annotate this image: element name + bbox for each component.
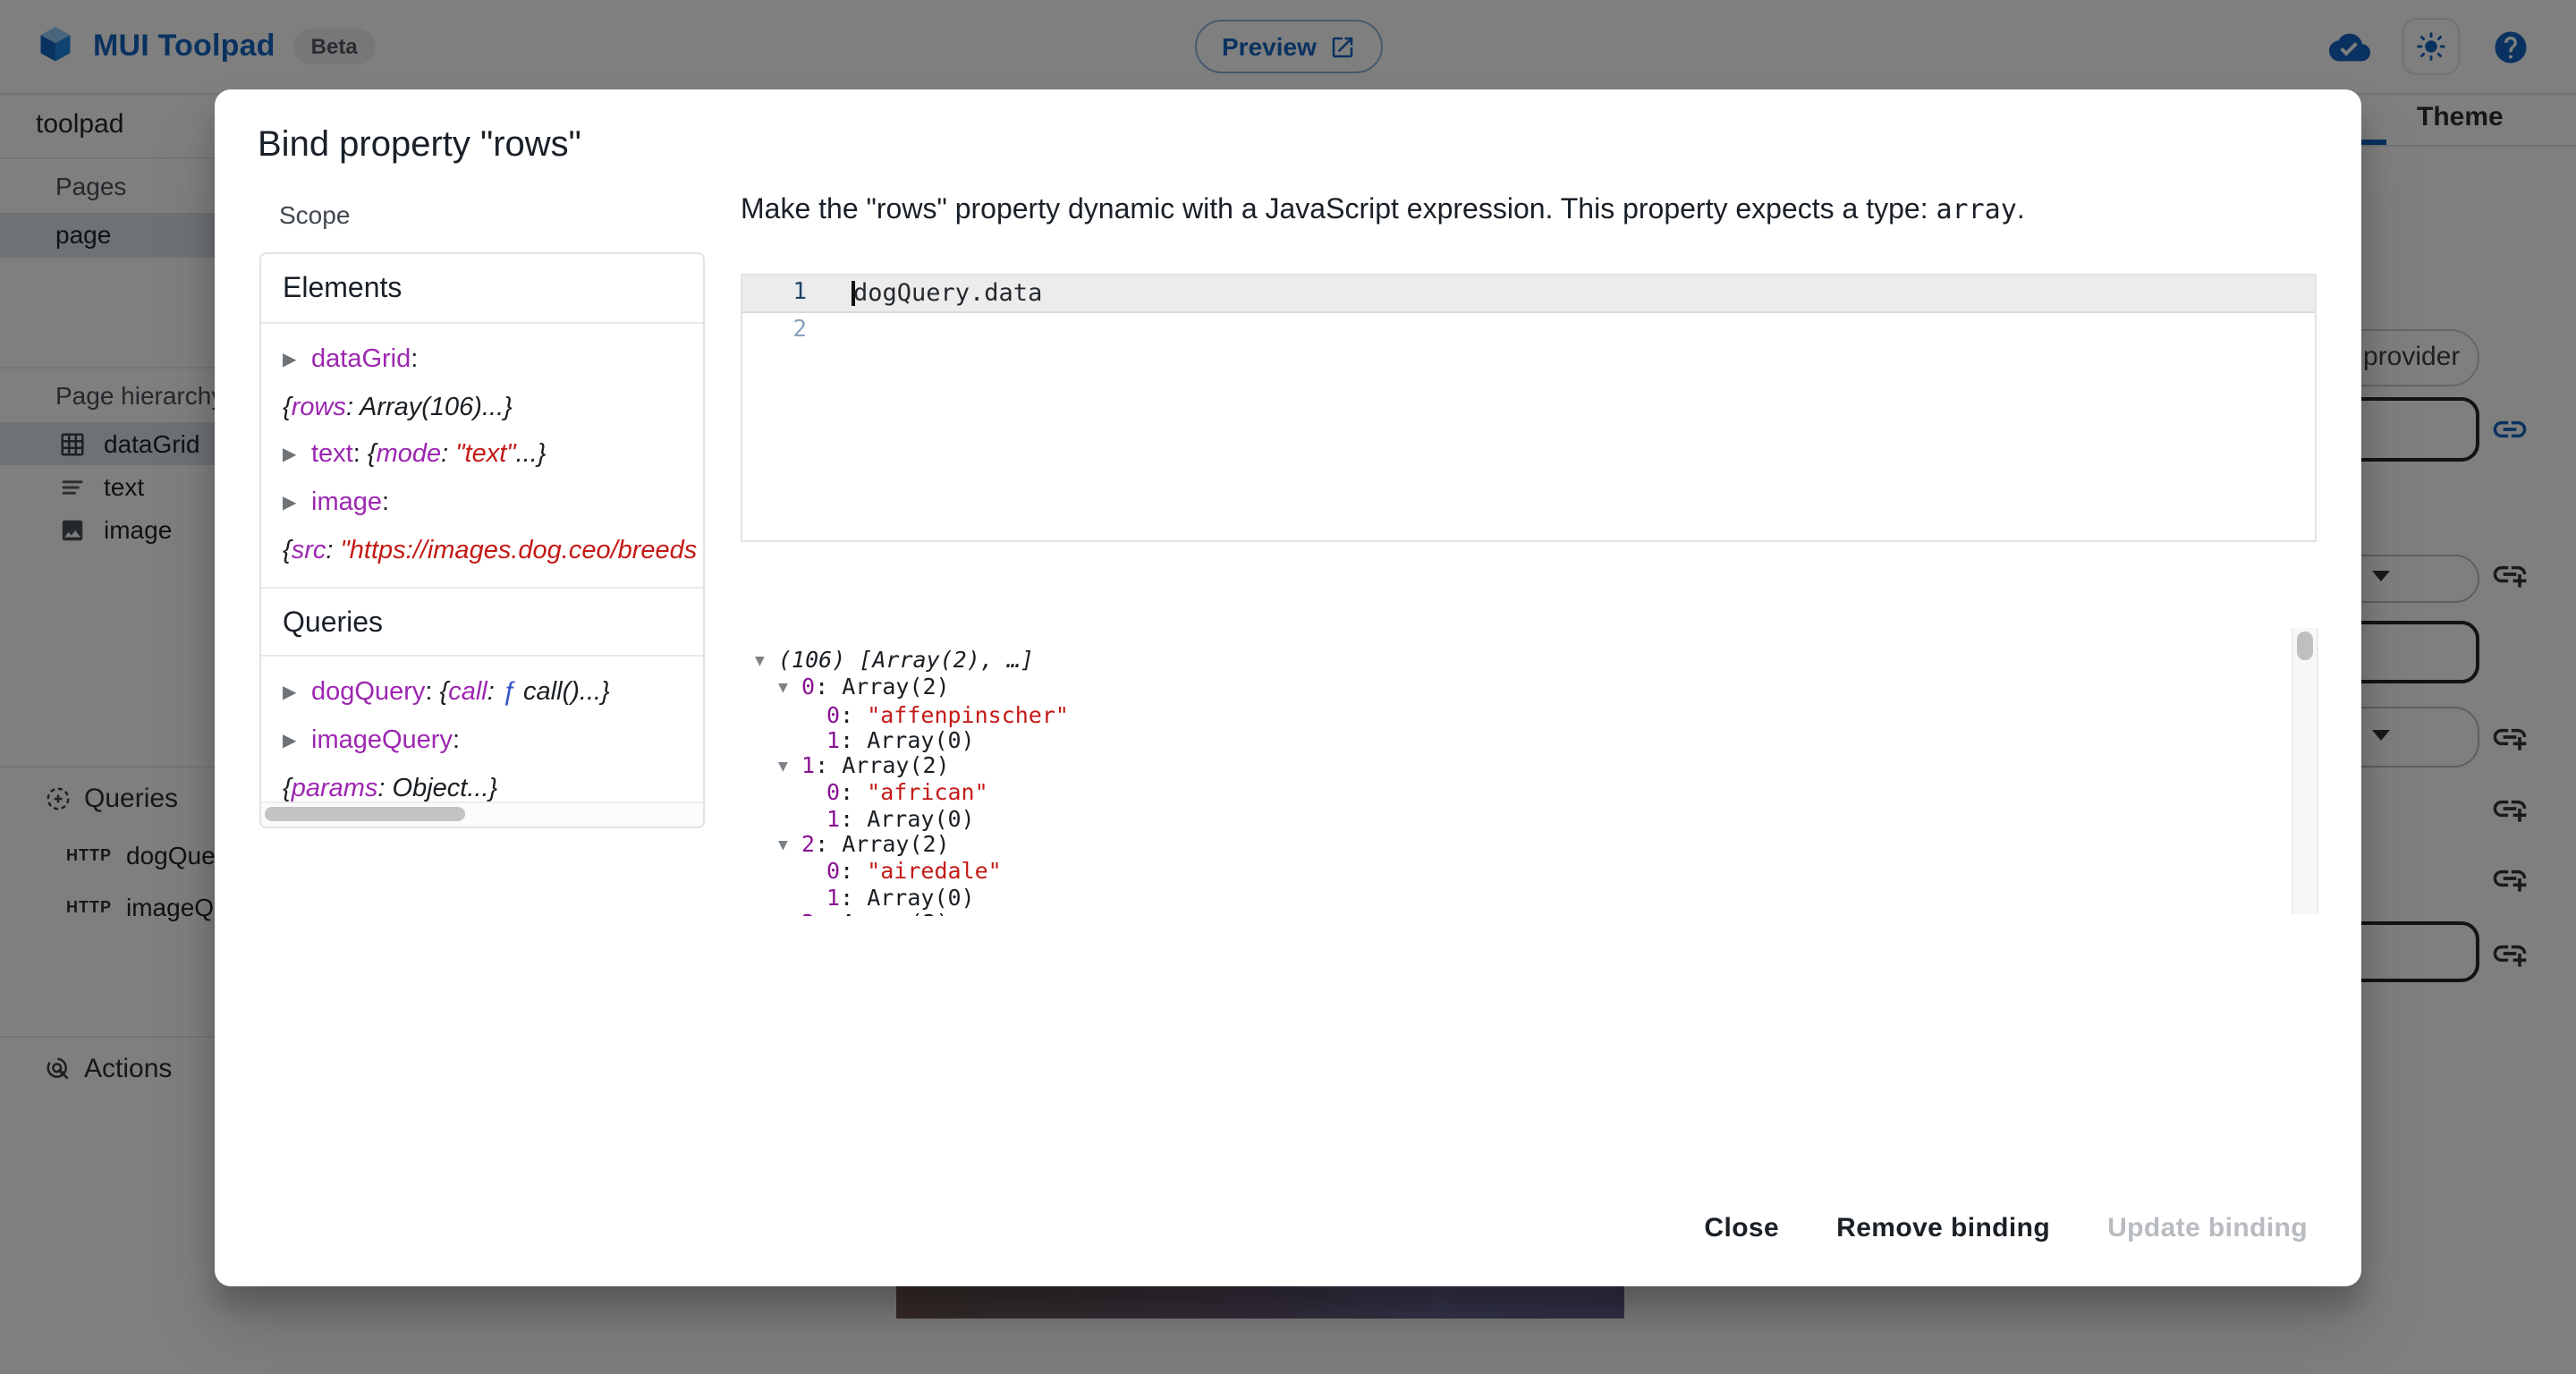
bind-property-dialog: Bind property "rows" Scope Elements ▶dat… <box>215 89 2361 1286</box>
close-button[interactable]: Close <box>1682 1199 1801 1258</box>
expand-icon[interactable]: ▶ <box>283 338 311 385</box>
elements-header: Elements <box>261 254 703 324</box>
scope-query-imagequery[interactable]: ▶imageQuery: <box>283 717 703 766</box>
result-json-tree: ▼(106) [Array(2), …] ▼0: Array(2) 0: "af… <box>755 648 2275 916</box>
tree-row[interactable]: 0: "african" <box>755 781 2275 807</box>
collapse-icon[interactable]: ▼ <box>778 834 801 860</box>
tree-row[interactable]: ▼1: Array(2) <box>755 753 2275 781</box>
remove-binding-button[interactable]: Remove binding <box>1815 1199 2072 1258</box>
scope-element-datagrid[interactable]: ▶dataGrid: <box>283 336 703 385</box>
tree-row[interactable]: ▼3: Array(2) <box>755 911 2275 916</box>
queries-list: ▶dogQuery: {call: ƒ call()...} ▶imageQue… <box>261 657 703 825</box>
expand-icon[interactable]: ▶ <box>283 481 311 528</box>
scope-label: Scope <box>279 200 350 229</box>
editor-line-2[interactable]: 2 <box>742 313 2315 349</box>
scope-element-datagrid-value: {rows: Array(106)...} <box>283 385 703 431</box>
scope-element-text[interactable]: ▶text: {mode: "text"...} <box>283 431 703 479</box>
collapse-icon[interactable]: ▼ <box>778 755 801 781</box>
tree-row[interactable]: 1: Array(0) <box>755 728 2275 754</box>
expand-icon[interactable]: ▶ <box>283 433 311 479</box>
expression-editor[interactable]: 1 dogQuery.data 2 <box>741 274 2317 542</box>
expand-icon[interactable]: ▶ <box>283 671 311 717</box>
tree-row[interactable]: 0: "airedale" <box>755 860 2275 886</box>
tree-row[interactable]: ▼0: Array(2) <box>755 675 2275 703</box>
expand-icon[interactable]: ▶ <box>283 719 311 766</box>
dialog-actions: Close Remove binding Update binding <box>1682 1199 2329 1258</box>
dialog-title: Bind property "rows" <box>258 125 581 166</box>
editor-code[interactable]: dogQuery.data <box>853 276 1042 311</box>
collapse-icon[interactable]: ▼ <box>778 912 801 916</box>
collapse-icon[interactable]: ▼ <box>778 677 801 703</box>
update-binding-button[interactable]: Update binding <box>2086 1199 2329 1258</box>
scrollbar-thumb[interactable] <box>265 807 465 821</box>
scrollbar-thumb[interactable] <box>2297 632 2313 660</box>
editor-line-1[interactable]: 1 dogQuery.data <box>742 276 2315 313</box>
tree-row[interactable]: 1: Array(0) <box>755 807 2275 833</box>
app-screen: MUI Toolpad Beta Preview toolpad <box>0 0 2576 1374</box>
dialog-instruction: Make the "rows" property dynamic with a … <box>741 193 2025 227</box>
tree-row[interactable]: ▼2: Array(2) <box>755 832 2275 860</box>
text-cursor <box>852 281 854 306</box>
queries-header: Queries <box>261 587 703 657</box>
line-number: 2 <box>742 313 807 349</box>
scope-query-dogquery[interactable]: ▶dogQuery: {call: ƒ call()...} <box>283 669 703 717</box>
vertical-scrollbar[interactable] <box>2292 628 2318 914</box>
line-number: 1 <box>742 276 807 311</box>
elements-list: ▶dataGrid: {rows: Array(106)...} ▶text: … <box>261 324 703 587</box>
tree-row[interactable]: 0: "affenpinscher" <box>755 702 2275 728</box>
scope-element-image-value: {src: "https://images.dog.ceo/breeds <box>283 528 703 574</box>
tree-row[interactable]: ▼(106) [Array(2), …] <box>755 648 2275 675</box>
scope-panel: Elements ▶dataGrid: {rows: Array(106)...… <box>259 252 705 828</box>
tree-row[interactable]: 1: Array(0) <box>755 885 2275 911</box>
scope-element-image[interactable]: ▶image: <box>283 479 703 528</box>
horizontal-scrollbar[interactable] <box>261 802 703 827</box>
collapse-icon[interactable]: ▼ <box>755 649 778 675</box>
